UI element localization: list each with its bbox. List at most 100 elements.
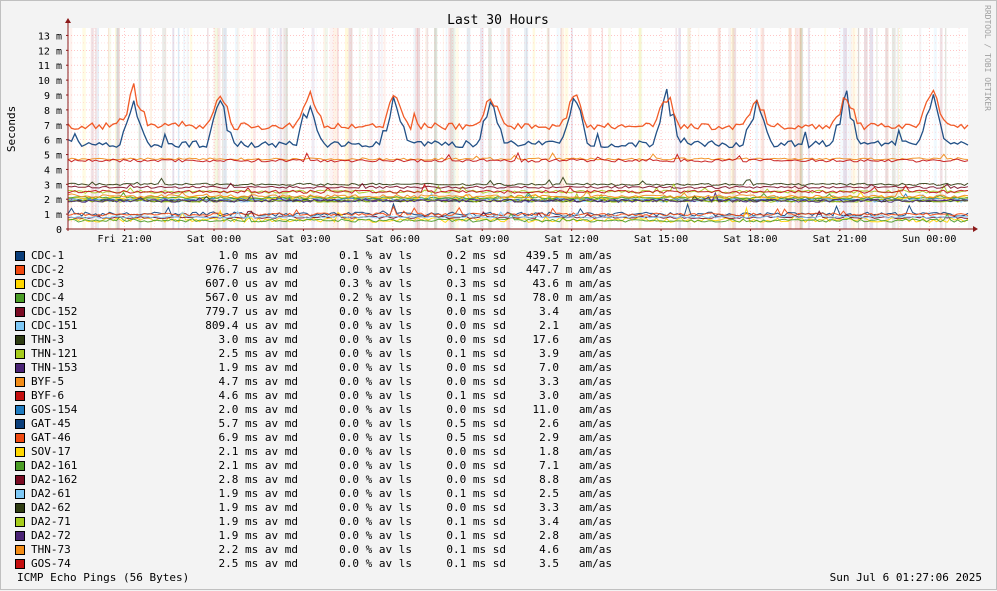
legend-sd: 0.0 ms sd <box>446 445 506 458</box>
legend-median: 2.1 ms av md <box>218 445 298 458</box>
legend-row: DA2-162 2.8 ms av md 0.0 % av ls 0.0 ms sd 8… <box>15 473 615 487</box>
legend-median: 2.2 ms av md <box>218 543 298 556</box>
legend-series-name: CDC-151 <box>31 319 78 332</box>
legend-row: GAT-46 6.9 ms av md 0.0 % av ls 0.5 ms sd 2.… <box>15 431 615 445</box>
legend-amas: 3.4 am/as <box>539 515 612 528</box>
legend-amas: 8.8 am/as <box>539 473 612 486</box>
legend-loss: 0.0 % av ls <box>339 445 412 458</box>
legend-median: 3.0 ms av md <box>218 333 298 346</box>
legend-sd: 0.0 ms sd <box>446 459 506 472</box>
legend-amas: 2.6 am/as <box>539 417 612 430</box>
chart-title: Last 30 Hours <box>447 13 549 28</box>
legend-series-name: DA2-161 <box>31 459 78 472</box>
legend-median: 1.9 ms av md <box>218 515 298 528</box>
legend-swatch <box>15 307 25 317</box>
legend-sd: 0.0 ms sd <box>446 319 506 332</box>
legend-row: THN-121 2.5 ms av md 0.0 % av ls 0.1 ms sd 3… <box>15 347 615 361</box>
legend-median: 5.7 ms av md <box>218 417 298 430</box>
legend-loss: 0.0 % av ls <box>339 417 412 430</box>
legend-sd: 0.1 ms sd <box>446 515 506 528</box>
legend-row: CDC-1 1.0 ms av md 0.1 % av ls 0.2 ms sd 439… <box>15 249 615 263</box>
y-tick-label: 7 m <box>44 121 62 132</box>
noise-band <box>619 28 622 229</box>
legend-amas: 3.5 am/as <box>539 557 612 570</box>
legend-sd: 0.1 ms sd <box>446 543 506 556</box>
legend-loss: 0.2 % av ls <box>339 291 412 304</box>
legend-amas: 439.5 m am/as <box>525 249 612 262</box>
y-tick-label: 8 m <box>44 106 62 117</box>
legend-series-name: BYF-5 <box>31 375 65 388</box>
legend-series-name: THN-73 <box>31 543 71 556</box>
legend-amas: 7.1 am/as <box>539 459 612 472</box>
legend-swatch <box>15 293 25 303</box>
legend-loss: 0.0 % av ls <box>339 305 412 318</box>
legend-series-name: GOS-154 <box>31 403 78 416</box>
legend-row: DA2-62 1.9 ms av md 0.0 % av ls 0.0 ms sd 3.… <box>15 501 615 515</box>
legend-row: BYF-5 4.7 ms av md 0.0 % av ls 0.0 ms sd 3.3… <box>15 375 615 389</box>
legend-swatch <box>15 419 25 429</box>
legend-series-name: BYF-6 <box>31 389 65 402</box>
x-tick-label: Sat 15:00 <box>634 234 688 245</box>
legend-sd: 0.2 ms sd <box>446 249 506 262</box>
x-tick-label: Sat 18:00 <box>723 234 777 245</box>
legend-amas: 2.5 am/as <box>539 487 612 500</box>
legend-median: 607.0 us av md <box>205 277 298 290</box>
legend-loss: 0.0 % av ls <box>339 389 412 402</box>
legend-loss: 0.0 % av ls <box>339 431 412 444</box>
legend-median: 2.1 ms av md <box>218 459 298 472</box>
legend-series-name: DA2-71 <box>31 515 71 528</box>
legend-loss: 0.0 % av ls <box>339 557 412 570</box>
legend-sd: 0.0 ms sd <box>446 473 506 486</box>
legend-series-name: THN-153 <box>31 361 78 374</box>
legend-median: 779.7 us av md <box>205 305 298 318</box>
legend-amas: 3.3 am/as <box>539 375 612 388</box>
y-tick-label: 9 m <box>44 91 62 102</box>
legend-swatch <box>15 279 25 289</box>
x-tick-label: Sat 12:00 <box>545 234 599 245</box>
legend-swatch <box>15 461 25 471</box>
noise-band <box>222 28 224 229</box>
y-tick-label: 2 m <box>44 195 62 206</box>
legend-sd: 0.1 ms sd <box>446 263 506 276</box>
legend-series-name: CDC-1 <box>31 249 65 262</box>
legend-sd: 0.1 ms sd <box>446 557 506 570</box>
legend-row: CDC-2 976.7 us av md 0.0 % av ls 0.1 ms sd 4… <box>15 263 615 277</box>
legend-series-name: GOS-74 <box>31 557 71 570</box>
legend-sd: 0.0 ms sd <box>446 501 506 514</box>
y-tick-label: 5 m <box>44 151 62 162</box>
legend-row: THN-73 2.2 ms av md 0.0 % av ls 0.1 ms sd 4.… <box>15 543 615 557</box>
legend-swatch <box>15 251 25 261</box>
legend-row: GOS-74 2.5 ms av md 0.0 % av ls 0.1 ms sd 3.… <box>15 557 615 571</box>
x-tick-label: Sun 00:00 <box>902 234 956 245</box>
noise-band <box>488 28 492 229</box>
legend-loss: 0.0 % av ls <box>339 319 412 332</box>
legend-median: 2.5 ms av md <box>218 347 298 360</box>
x-tick-label: Fri 21:00 <box>98 234 152 245</box>
legend-loss: 0.0 % av ls <box>339 515 412 528</box>
footer-timestamp: Sun Jul 6 01:27:06 2025 <box>829 571 982 584</box>
legend-swatch <box>15 503 25 513</box>
legend-row: SOV-17 2.1 ms av md 0.0 % av ls 0.0 ms sd 1.… <box>15 445 615 459</box>
legend-median: 6.9 ms av md <box>218 431 298 444</box>
legend-swatch <box>15 349 25 359</box>
legend-sd: 0.3 ms sd <box>446 277 506 290</box>
y-tick-label: 0 <box>56 225 62 236</box>
legend-sd: 0.0 ms sd <box>446 305 506 318</box>
legend-sd: 0.0 ms sd <box>446 403 506 416</box>
graph-frame: Last 30 Hours Seconds RRDTOOL / TOBI OET… <box>0 0 997 590</box>
y-tick-label: 10 m <box>38 76 62 87</box>
legend-series-name: THN-3 <box>31 333 65 346</box>
legend-amas: 3.0 am/as <box>539 389 612 402</box>
legend-series-name: SOV-17 <box>31 445 71 458</box>
legend-series-name: GAT-45 <box>31 417 71 430</box>
legend-series-name: THN-121 <box>31 347 78 360</box>
legend-amas: 4.6 am/as <box>539 543 612 556</box>
legend-row: CDC-151 809.4 us av md 0.0 % av ls 0.0 ms s… <box>15 319 615 333</box>
legend-median: 1.9 ms av md <box>218 501 298 514</box>
legend-swatch <box>15 321 25 331</box>
legend-sd: 0.5 ms sd <box>446 417 506 430</box>
legend-median: 1.9 ms av md <box>218 361 298 374</box>
legend-series-name: DA2-162 <box>31 473 78 486</box>
legend-loss: 0.0 % av ls <box>339 543 412 556</box>
legend-row: CDC-3 607.0 us av md 0.3 % av ls 0.3 ms sd 4… <box>15 277 615 291</box>
